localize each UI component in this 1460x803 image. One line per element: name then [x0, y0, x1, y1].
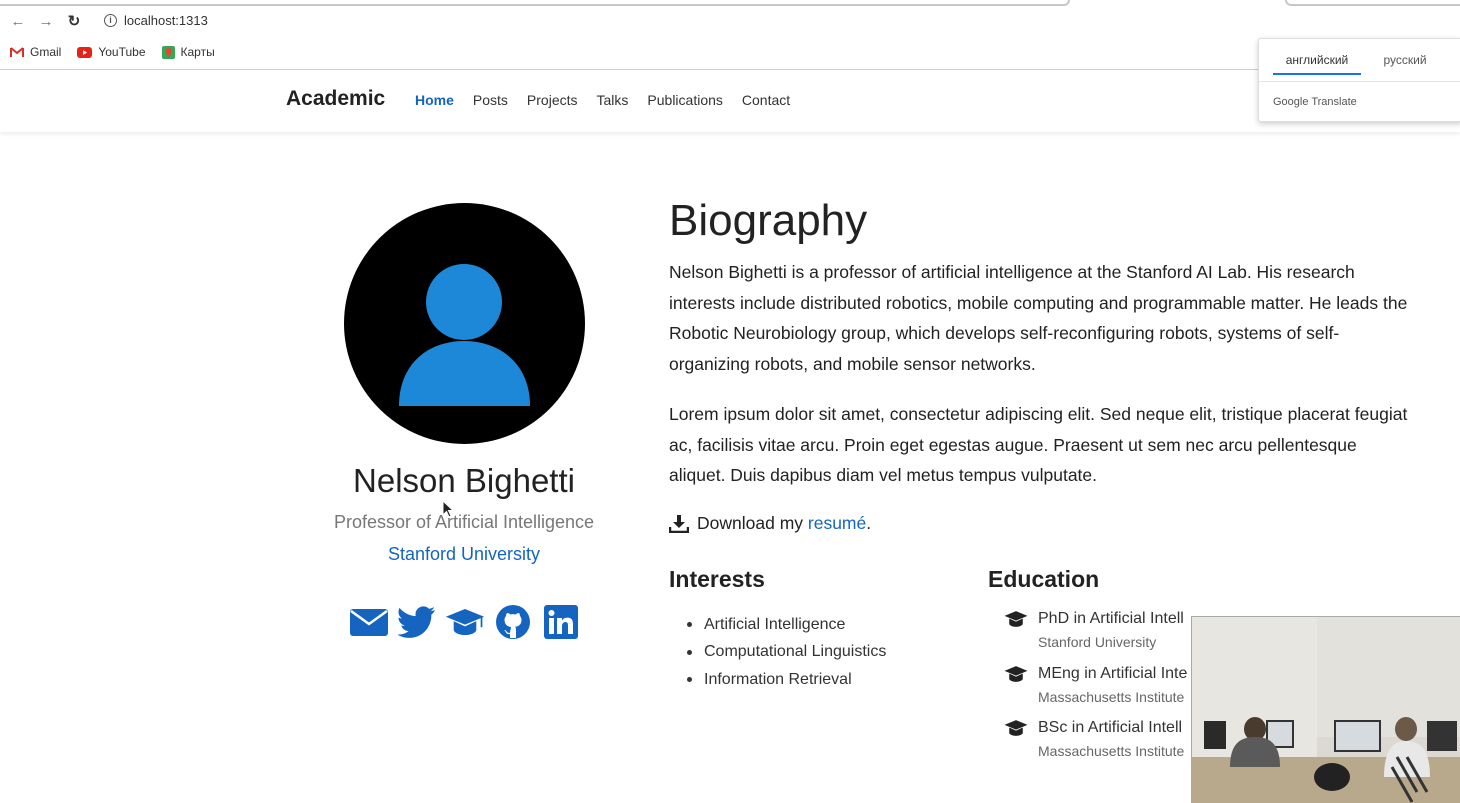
tab-strip — [0, 0, 1070, 6]
profile-organization[interactable]: Stanford University — [264, 544, 664, 565]
reload-icon[interactable]: ↻ — [64, 12, 84, 32]
download-resume: Download my resumé. — [669, 513, 871, 534]
list-item: Artificial Intelligence — [687, 611, 886, 639]
download-icon — [669, 514, 689, 533]
forward-arrow-icon[interactable]: → — [36, 12, 56, 32]
scholar-link[interactable] — [445, 602, 485, 642]
bookmark-maps[interactable]: Карты — [161, 45, 215, 59]
translate-tab-russian[interactable]: русский — [1361, 47, 1449, 75]
nav-item-posts[interactable]: Posts — [473, 92, 508, 108]
resume-link[interactable]: resumé — [808, 513, 866, 533]
nav-item-projects[interactable]: Projects — [527, 92, 578, 108]
linkedin-icon — [544, 605, 578, 639]
biography-paragraph: Nelson Bighetti is a professor of artifi… — [669, 262, 1408, 375]
email-link[interactable] — [349, 602, 389, 642]
bookmarks-bar: Gmail YouTube Карты — [10, 45, 215, 59]
graduation-cap-icon — [445, 608, 485, 636]
nav-item-contact[interactable]: Contact — [742, 92, 790, 108]
profile-role: Professor of Artificial Intelligence — [333, 512, 595, 532]
education-degree: PhD in Artificial Intell — [1038, 610, 1184, 627]
list-item: Computational Linguistics — [687, 639, 886, 667]
list-item: Information Retrieval — [687, 666, 886, 694]
biography-paragraph-2: Lorem ipsum dolor sit amet, consectetur … — [669, 404, 1408, 486]
graduation-cap-icon — [1004, 720, 1028, 736]
translate-language-tabs: английский русский — [1273, 47, 1449, 75]
graduation-cap-icon — [1004, 611, 1028, 627]
translate-brand: Google Translate — [1273, 96, 1357, 108]
mouse-cursor-icon — [442, 500, 454, 518]
graduation-cap-icon — [1004, 665, 1028, 682]
address-bar[interactable]: i localhost:1313 — [104, 13, 208, 28]
interests-heading: Interests — [669, 566, 765, 592]
gmail-icon — [10, 46, 24, 57]
biography-heading: Biography — [669, 196, 868, 245]
divider — [1259, 81, 1460, 82]
site-brand[interactable]: Academic — [286, 87, 385, 111]
translate-tab-english[interactable]: английский — [1273, 47, 1361, 75]
social-links — [349, 602, 581, 642]
youtube-icon — [77, 46, 93, 58]
github-icon — [496, 605, 530, 639]
nav-item-home[interactable]: Home — [415, 92, 454, 108]
browser-toolbar: ← → ↻ i localhost:1313 Gmail YouTube Кар — [0, 0, 1460, 70]
profile-name: Nelson Bighetti — [353, 462, 575, 499]
webcam-overlay — [1191, 616, 1460, 803]
envelope-icon — [350, 609, 388, 636]
education-list: PhD in Artificial Intell Stanford Univer… — [1004, 610, 1187, 774]
list-item: MEng in Artificial Inte Massachusetts In… — [1004, 665, 1187, 720]
education-school: Massachusetts Institute — [1038, 688, 1185, 705]
education-degree: BSc in Artificial Intell — [1038, 719, 1183, 736]
twitter-icon — [398, 606, 435, 638]
list-item: PhD in Artificial Intell Stanford Univer… — [1004, 610, 1187, 665]
list-item: BSc in Artificial Intell Massachusetts I… — [1004, 719, 1187, 774]
bookmark-gmail[interactable]: Gmail — [10, 45, 61, 59]
site-navbar: Academic Home Posts Projects Talks Publi… — [0, 70, 1460, 132]
info-icon[interactable]: i — [104, 14, 117, 27]
interests-list: Artificial Intelligence Computational Li… — [687, 611, 886, 694]
github-link[interactable] — [493, 602, 533, 642]
education-school: Stanford University — [1038, 634, 1157, 650]
education-degree: MEng in Artificial Inte — [1038, 664, 1188, 682]
twitter-link[interactable] — [397, 602, 437, 642]
main-menu: Home Posts Projects Talks Publications C… — [415, 92, 790, 108]
linkedin-link[interactable] — [541, 602, 581, 642]
maps-icon — [161, 45, 175, 59]
nav-item-talks[interactable]: Talks — [597, 92, 629, 108]
user-icon — [399, 264, 530, 406]
bookmark-youtube[interactable]: YouTube — [77, 45, 146, 59]
avatar — [344, 203, 585, 444]
back-arrow-icon[interactable]: ← — [8, 12, 28, 32]
nav-item-publications[interactable]: Publications — [647, 92, 723, 108]
education-school: Massachusetts Institute — [1038, 743, 1185, 759]
tab-strip-right — [1285, 0, 1460, 6]
webcam-video — [1192, 617, 1460, 803]
translate-popup: английский русский Google Translate — [1258, 38, 1460, 122]
url-text: localhost:1313 — [124, 13, 208, 28]
education-heading: Education — [988, 566, 1100, 592]
